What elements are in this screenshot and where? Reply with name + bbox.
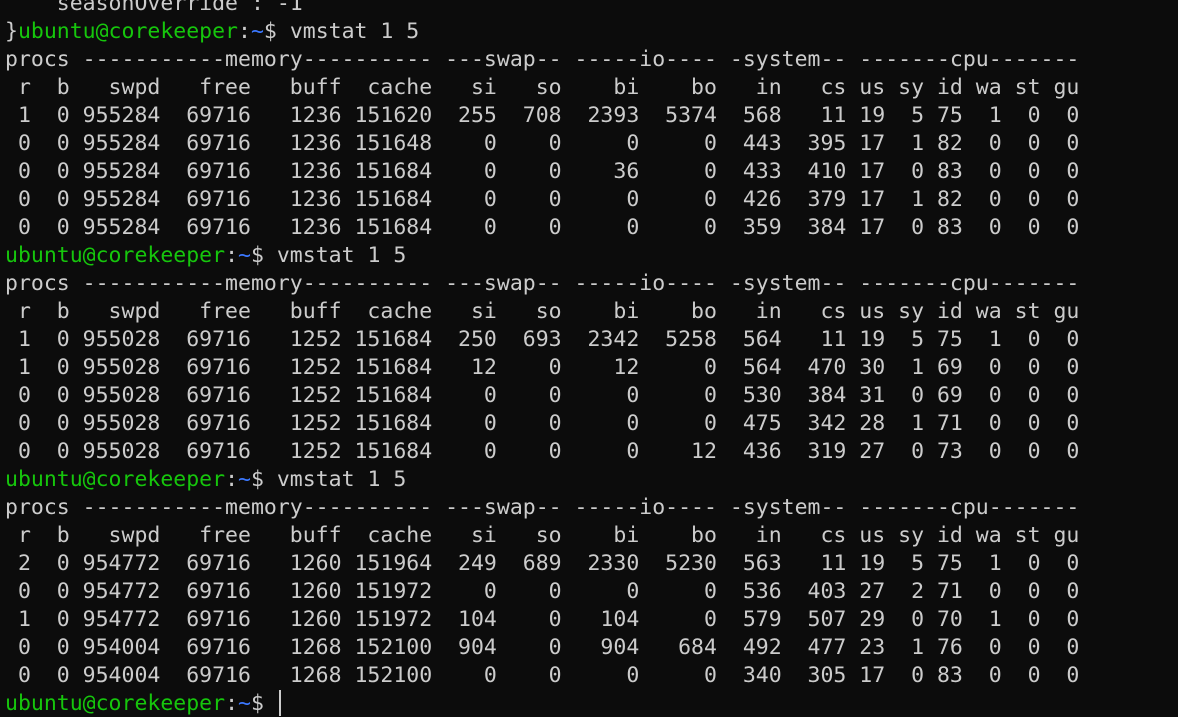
vmstat-header-groups: procs -----------memory---------- ---swa… (5, 271, 1080, 296)
vmstat-row: 0 0 955028 69716 1252 151684 0 0 0 12 43… (5, 439, 1080, 464)
prompt-user-host: ubuntu@corekeeper (5, 243, 226, 268)
vmstat-row: 1 0 955028 69716 1252 151684 12 0 12 0 5… (5, 355, 1080, 380)
vmstat-row: 2 0 954772 69716 1260 151964 249 689 233… (5, 551, 1080, 576)
prompt-user-host: ubuntu@corekeeper (17, 19, 239, 44)
prompt-path: ~ (238, 243, 251, 268)
prompt-colon: : (238, 19, 251, 44)
prompt-command: vmstat 1 5 (289, 19, 420, 44)
vmstat-row: 0 0 955028 69716 1252 151684 0 0 0 0 475… (5, 411, 1080, 436)
vmstat-header-columns: r b swpd free buff cache si so bi bo in … (5, 75, 1080, 100)
vmstat-header-groups: procs -----------memory---------- ---swa… (5, 47, 1080, 72)
prompt-colon: : (225, 691, 239, 716)
prompt-command: vmstat 1 5 (276, 243, 407, 268)
vmstat-row: 0 0 955284 69716 1236 151648 0 0 0 0 443… (5, 131, 1080, 156)
prompt-command: vmstat 1 5 (276, 467, 407, 492)
prompt-line: ubuntu@corekeeper:~$ vmstat 1 5 (5, 242, 1079, 270)
prompt-user-host: ubuntu@corekeeper (5, 467, 226, 492)
vmstat-row: 0 0 955284 69716 1236 151684 0 0 0 0 426… (5, 187, 1080, 212)
vmstat-row: 1 0 955028 69716 1252 151684 250 693 234… (5, 327, 1080, 352)
vmstat-row: 1 0 955284 69716 1236 151620 255 708 239… (5, 103, 1080, 128)
terminal-window[interactable]: seasonOverride : -1 }ubuntu@corekeeper:~… (0, 0, 1178, 717)
prompt-leading-brace: } (5, 19, 18, 44)
vmstat-row: 1 0 954772 69716 1260 151972 104 0 104 0… (5, 607, 1080, 632)
prompt-path: ~ (238, 691, 251, 716)
terminal-output: seasonOverride : -1 }ubuntu@corekeeper:~… (5, 0, 1079, 717)
prompt-path: ~ (250, 19, 264, 44)
vmstat-row: 0 0 954772 69716 1260 151972 0 0 0 0 536… (5, 579, 1080, 604)
prompt-symbol: $ (250, 467, 277, 492)
prompt-path: ~ (238, 467, 251, 492)
vmstat-row: 0 0 955028 69716 1252 151684 0 0 0 0 530… (5, 383, 1080, 408)
vmstat-header-columns: r b swpd free buff cache si so bi bo in … (5, 299, 1080, 324)
text-cursor (278, 690, 281, 716)
vmstat-row: 0 0 954004 69716 1268 152100 0 0 0 0 340… (5, 663, 1080, 688)
vmstat-header-groups: procs -----------memory---------- ---swa… (5, 495, 1080, 520)
prompt-colon: : (225, 243, 239, 268)
prompt-symbol: $ (250, 691, 277, 716)
vmstat-header-columns: r b swpd free buff cache si so bi bo in … (5, 523, 1080, 548)
vmstat-row: 0 0 955284 69716 1236 151684 0 0 0 0 359… (5, 215, 1080, 240)
output-line-season-override: seasonOverride : -1 (5, 0, 303, 16)
prompt-symbol: $ (263, 19, 290, 44)
prompt-line: ubuntu@corekeeper:~$ vmstat 1 5 (5, 466, 1079, 494)
prompt-line-active[interactable]: ubuntu@corekeeper:~$ (5, 690, 1079, 717)
vmstat-row: 0 0 955284 69716 1236 151684 0 0 36 0 43… (5, 159, 1080, 184)
vmstat-row: 0 0 954004 69716 1268 152100 904 0 904 6… (5, 635, 1080, 660)
prompt-user-host: ubuntu@corekeeper (5, 691, 226, 716)
prompt-line: }ubuntu@corekeeper:~$ vmstat 1 5 (5, 18, 1079, 46)
prompt-symbol: $ (250, 243, 277, 268)
prompt-colon: : (225, 467, 239, 492)
